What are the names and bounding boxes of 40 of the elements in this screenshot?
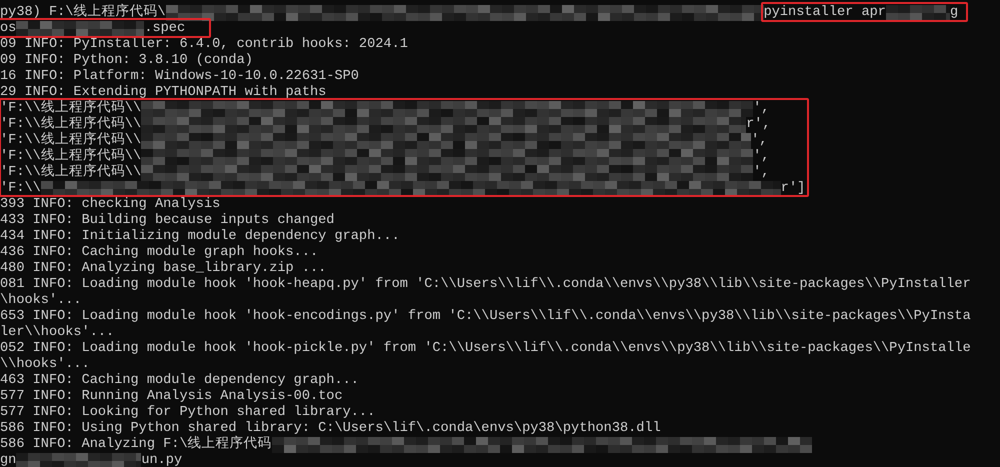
terminal-text: 433 INFO: Building because inputs changed [0,213,334,229]
terminal-text: ', [751,133,768,149]
terminal-text: \\hooks'... [0,357,90,373]
terminal-text: 480 INFO: Analyzing base_library.zip ... [0,261,326,277]
terminal-text: 29 INFO: Extending PYTHONPATH with paths [0,85,326,100]
terminal-text: ', [753,165,770,181]
terminal-text: 'F:\\线上程序代码\\ [0,101,142,116]
terminal-text: 586 INFO: Analyzing F:\线上程序代码 [0,437,272,453]
terminal-text: 577 INFO: Running Analysis Analysis-00.toc [0,389,343,405]
terminal-text: 436 INFO: Caching module graph hooks... [0,245,318,261]
pixelated-redaction [886,5,950,21]
terminal-text: g [950,5,958,21]
terminal-text: un.py [141,453,182,467]
terminal-text: ler\\hooks'... [0,325,114,341]
terminal-text: 081 INFO: Loading module hook 'hook-heapq.py' from 'C:\\Users\\lif\\.conda\\envs\\py38\\lib\\site-packages\\PyInstaller [0,277,971,293]
terminal-text: py38) F:\线上程序代码\ [0,5,166,21]
terminal-text: ', [753,101,770,117]
terminal-text: 'F:\\线上程序代码\\ [0,165,142,181]
terminal-text: \hooks'... [0,293,82,309]
terminal-text: 'F:\\ [0,181,41,197]
terminal-text: 'F:\\线上程序代码\\ [0,133,142,148]
terminal-text: ', [753,149,770,165]
terminal-text: 577 INFO: Looking for Python shared library... [0,405,376,421]
terminal-text: 16 INFO: Platform: Windows-10-10.0.22631-SP0 [0,69,359,85]
terminal-text: 586 INFO: Using Python shared library: C:\Users\lif\.conda\envs\py38\python38.dll [0,421,661,436]
terminal-text: 'F:\\线上程序代码\\ [0,117,142,132]
terminal-text: r', [746,117,771,133]
terminal-text: 393 INFO: checking Analysis [0,197,220,213]
terminal-text: 434 INFO: Initializing module dependency graph... [0,229,400,245]
terminal-text: os [0,21,16,37]
terminal-text: pyinstaller apr [764,5,886,21]
terminal-text: 463 INFO: Caching module dependency graph... [0,373,359,389]
terminal-text: .spec [144,21,186,37]
terminal-text: 09 INFO: Python: 3.8.10 (conda) [0,53,253,69]
terminal-text: r'] [780,181,806,197]
terminal-text: 'F:\\线上程序代码\\ [0,149,142,164]
terminal-text: 653 INFO: Loading module hook 'hook-encodings.py' from 'C:\\Users\\lif\\.conda\\envs\\py38\\lib\\site-packages\\PyInsta [0,309,971,325]
terminal-text: 09 INFO: PyInstaller: 6.4.0, contrib hooks: 2024.1 [0,37,408,53]
terminal-text: 052 INFO: Loading module hook 'hook-pickle.py' from 'C:\\Users\\lif\\.conda\\envs\\py38\\lib\\site-packages\\PyInstalle [0,341,971,357]
terminal-text: gn [0,453,16,467]
